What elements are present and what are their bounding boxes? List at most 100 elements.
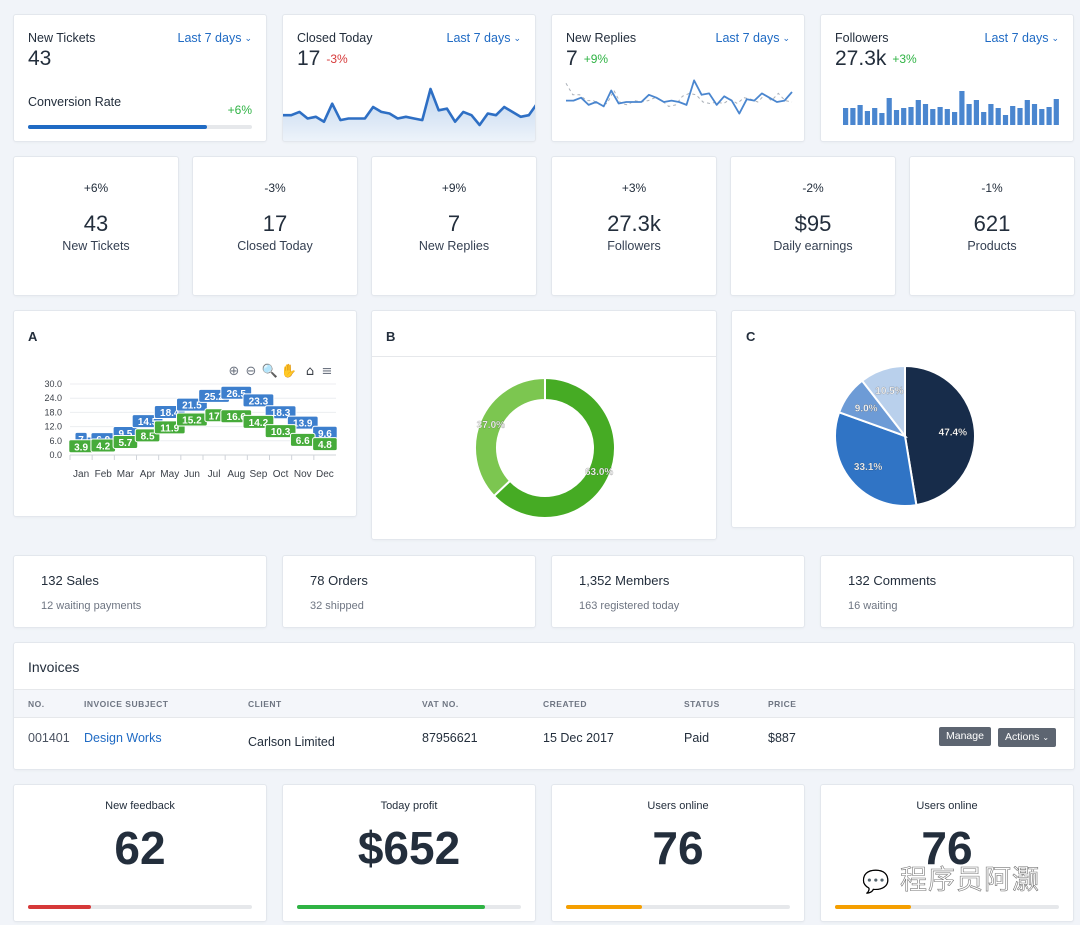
card-title: New Replies [566, 31, 637, 45]
card-title: Followers [835, 31, 889, 45]
data-label: 4.8 [312, 437, 338, 451]
spark-bar [1031, 104, 1038, 125]
data-label-text: 15.2 [182, 416, 202, 427]
data-label-text: 8.5 [141, 431, 155, 442]
actions-label: Actions [1005, 731, 1040, 743]
progress-fill [28, 905, 91, 909]
zoom-out-icon[interactable]: ⊖ [246, 364, 257, 379]
metric-progress [297, 905, 521, 909]
slice-label: 37.0% [477, 420, 505, 431]
data-label-text: 10.3 [271, 427, 291, 438]
spark-bar [1002, 115, 1009, 125]
period-dropdown[interactable]: Last 7 days ⌄ [716, 31, 790, 45]
spark-bar [1024, 100, 1030, 125]
summary-label: Sales [66, 573, 99, 588]
selection-zoom-icon[interactable]: 🔍 [262, 362, 278, 379]
new-tickets-card: New Tickets Last 7 days ⌄ 43 Conversion R… [13, 14, 267, 142]
stat-value: 17 [262, 211, 288, 236]
column-header-vat: VAT NO. [422, 699, 459, 709]
column-header-client: CLIENT [248, 699, 282, 709]
summary-count: 132 [41, 573, 63, 588]
summary-main: 132 Sales [41, 573, 99, 588]
stat-card-closed-today: -3% 17 Closed Today [192, 156, 358, 296]
chart-toolbar: ⊕ ⊖ 🔍 ✋ ⌂ ≡ [229, 362, 333, 379]
stat-label: Products [967, 239, 1017, 253]
followers-bar-sparkline [843, 91, 1059, 125]
period-dropdown[interactable]: Last 7 days ⌄ [447, 31, 521, 45]
x-tick-label: Dec [316, 469, 334, 480]
spark-bar [1010, 106, 1016, 125]
chevron-down-icon: ⌄ [244, 33, 252, 43]
data-label: 4.2 [90, 438, 117, 453]
metric-progress [566, 905, 790, 909]
period-label: Last 7 days [177, 31, 242, 45]
spark-bar [952, 112, 958, 125]
manage-button[interactable]: Manage [939, 727, 991, 746]
metric-card-users-online-2: Users online 76 [820, 784, 1074, 922]
invoice-status: Paid [684, 731, 710, 745]
followers-card: Followers Last 7 days ⌄ 27.3k +3% [820, 14, 1074, 142]
metric-progress [835, 905, 1059, 909]
spark-bar [901, 108, 907, 125]
stat-value: 27.3k [607, 211, 661, 236]
x-tick-label: Sep [250, 469, 268, 480]
spark-bar [1039, 109, 1045, 125]
invoice-price: $887 [768, 731, 796, 745]
x-tick-label: Jul [208, 469, 221, 480]
column-header-subject: INVOICE SUBJECT [84, 699, 169, 709]
stat-label: Daily earnings [773, 239, 853, 253]
period-label: Last 7 days [984, 31, 1049, 45]
stat-label: Followers [607, 239, 661, 253]
reset-home-icon[interactable]: ⌂ [306, 364, 314, 379]
spark-bar [908, 107, 914, 125]
stat-delta: +6% [83, 181, 109, 195]
zoom-in-icon[interactable]: ⊕ [229, 364, 240, 379]
spark-bar [937, 107, 943, 125]
value: 7 [566, 47, 578, 70]
stat-delta: +9% [441, 181, 467, 195]
chart-card-c: C 47.4% 33.1% 9.0% 10.5% [731, 310, 1076, 528]
card-title: Closed Today [297, 31, 373, 45]
stat-delta: -3% [264, 181, 286, 195]
stat-card-new-replies: +9% 7 New Replies [371, 156, 537, 296]
summary-main: 132 Comments [848, 573, 936, 588]
spark-bar [857, 105, 863, 125]
conversion-delta: +6% [227, 103, 252, 117]
invoice-subject-link[interactable]: Design Works [84, 731, 162, 745]
table-header: NO. INVOICE SUBJECT CLIENT VAT NO. CREAT… [14, 689, 1074, 718]
menu-icon[interactable]: ≡ [322, 364, 333, 379]
column-header-status: STATUS [684, 699, 720, 709]
pan-hand-icon[interactable]: ✋ [281, 363, 297, 379]
x-tick-label: Oct [273, 469, 289, 480]
actions-dropdown-button[interactable]: Actions ⌄ [998, 728, 1057, 747]
period-dropdown[interactable]: Last 7 days ⌄ [985, 31, 1059, 45]
data-label-text: 4.8 [318, 440, 332, 451]
data-label: 5.7 [112, 435, 139, 449]
spark-bar [1017, 108, 1023, 125]
new-replies-card: New Replies Last 7 days ⌄ 7 +9% [551, 14, 805, 142]
stat-label: Closed Today [237, 239, 313, 253]
replies-sparkline [565, 79, 793, 115]
stat-card-products: -1% 621 Products [909, 156, 1075, 296]
value: 17 [297, 47, 321, 70]
spark-bar [843, 108, 849, 125]
metric-label: Today profit [380, 800, 438, 812]
card-title: New Tickets [28, 31, 96, 45]
summary-count: 132 [848, 573, 870, 588]
chart-card-a: A ⊕ ⊖ 🔍 ✋ ⌂ ≡ 30.0 24.0 18.0 12.0 6.0 0.0 Jan Feb Ma… [13, 310, 357, 517]
summary-label: Orders [328, 573, 368, 588]
sparkline-line [566, 79, 793, 115]
column-header-no: NO. [28, 699, 45, 709]
closed-sparkline [283, 87, 535, 141]
x-tick-label: Jan [73, 469, 89, 480]
period-dropdown[interactable]: Last 7 days ⌄ [178, 31, 252, 45]
chart-series: 76.99.514.518.421.525.226.523.318.313.99… [68, 385, 338, 453]
invoice-vat: 87956621 [422, 731, 478, 745]
y-tick-label: 18.0 [44, 407, 62, 417]
invoice-client: Carlson Limited [248, 735, 335, 749]
watermark: 💬 程序员阿灏 [862, 858, 1040, 897]
card-value: 27.3k +3% [835, 47, 917, 71]
slice-label: 47.4% [939, 428, 967, 439]
x-tick-label: Mar [117, 469, 135, 480]
summary-count: 78 [310, 573, 325, 588]
